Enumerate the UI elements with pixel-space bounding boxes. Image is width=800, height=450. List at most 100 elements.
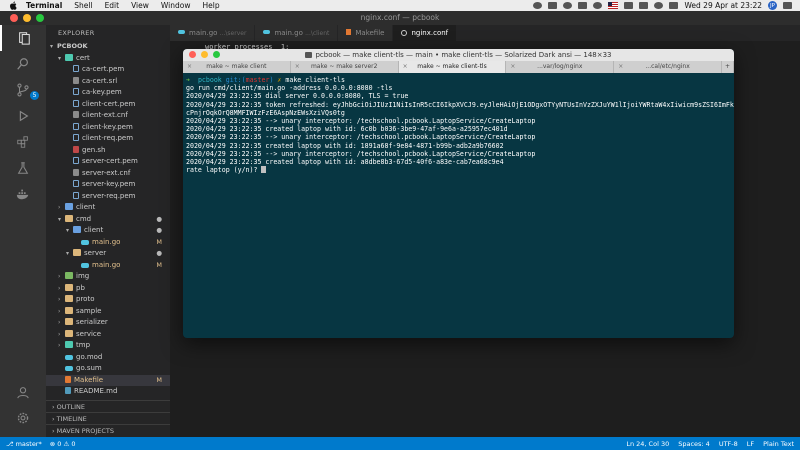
tree-file[interactable]: client-key.pem — [46, 122, 170, 134]
tab-nginx-conf[interactable]: nginx.conf — [393, 25, 458, 41]
tab-label: nginx.conf — [411, 29, 449, 37]
tree-folder[interactable]: › img — [46, 271, 170, 283]
bluetooth-icon[interactable] — [578, 2, 588, 9]
explorer-icon[interactable] — [0, 25, 46, 51]
terminal-output[interactable]: ➜ pcbook git:(master) ✗ make client-tls … — [183, 73, 734, 177]
tree-file[interactable]: client-ext.cnf — [46, 110, 170, 122]
tree-folder[interactable]: ▾ server ● — [46, 248, 170, 260]
terminal-tab-make-client[interactable]: × make ~ make client — [183, 61, 291, 73]
apple-icon[interactable] — [8, 1, 18, 11]
status-tray-icon[interactable] — [533, 2, 543, 9]
wifi-icon[interactable] — [593, 2, 603, 9]
search-icon[interactable] — [0, 51, 46, 77]
tab-label: main.go — [274, 29, 303, 37]
tree-file[interactable]: main.go M — [46, 260, 170, 272]
terminal-tab-make-server2[interactable]: × make ~ make server2 — [291, 61, 399, 73]
tree-file[interactable]: ca-cert.pem — [46, 64, 170, 76]
extensions-icon[interactable] — [0, 129, 46, 155]
tree-folder[interactable]: ▾ client ● — [46, 225, 170, 237]
tab-server-main-go[interactable]: main.go ...\server — [170, 25, 256, 41]
settings-gear-icon[interactable] — [0, 405, 46, 431]
control-center-icon[interactable] — [669, 2, 679, 9]
tab-client-main-go[interactable]: main.go ...\client — [255, 25, 339, 41]
display-icon[interactable] — [639, 2, 649, 9]
terminal-tab-make-client-tls[interactable]: × make ~ make client-tls — [398, 61, 507, 73]
close-tab-icon[interactable]: × — [510, 61, 515, 73]
tree-folder[interactable]: › service — [46, 329, 170, 341]
tree-folder[interactable]: › tmp — [46, 340, 170, 352]
menu-edit[interactable]: Edit — [105, 1, 120, 10]
notification-center-icon[interactable] — [783, 2, 792, 9]
menu-shell[interactable]: Shell — [74, 1, 92, 10]
menu-view[interactable]: View — [131, 1, 149, 10]
tree-file[interactable]: README.md — [46, 386, 170, 398]
tree-file[interactable]: client-cert.pem — [46, 99, 170, 111]
tree-file[interactable]: gen.sh — [46, 145, 170, 157]
folder-icon — [73, 249, 81, 256]
close-tab-icon[interactable]: × — [618, 61, 623, 73]
maven-projects-section[interactable]: › MAVEN PROJECTS — [46, 424, 170, 436]
project-root[interactable]: ▾ PCBOOK — [46, 41, 170, 53]
line-ending-status[interactable]: LF — [747, 440, 754, 448]
terminal-window[interactable]: pcbook — make client-tls — main • make c… — [183, 49, 734, 338]
accounts-icon[interactable] — [0, 379, 46, 405]
tab-makefile[interactable]: Makefile — [338, 25, 394, 41]
tree-file[interactable]: server-cert.pem — [46, 156, 170, 168]
problems-status[interactable]: ⊗ 0 ⚠ 0 — [50, 440, 76, 448]
menu-app-name[interactable]: Terminal — [26, 1, 62, 10]
tree-file[interactable]: server-req.pem — [46, 191, 170, 203]
testing-flask-icon[interactable] — [0, 155, 46, 181]
tree-folder[interactable]: ▾ cmd ● — [46, 214, 170, 226]
menu-help[interactable]: Help — [202, 1, 219, 10]
tree-folder[interactable]: › sample — [46, 306, 170, 318]
tree-folder[interactable]: › proto — [46, 294, 170, 306]
tab-label: main.go — [189, 29, 218, 37]
minimize-window-button[interactable] — [23, 14, 31, 22]
tree-folder[interactable]: › client — [46, 202, 170, 214]
encoding-status[interactable]: UTF-8 — [719, 440, 738, 448]
close-tab-icon[interactable]: × — [403, 61, 408, 73]
search-icon[interactable] — [654, 2, 664, 9]
tree-folder[interactable]: › pb — [46, 283, 170, 295]
us-flag-input-icon[interactable] — [608, 2, 619, 9]
tree-file[interactable]: go.sum — [46, 363, 170, 375]
terminal-zoom-button[interactable] — [213, 51, 220, 58]
terminal-title-bar: pcbook — make client-tls — main • make c… — [183, 49, 734, 61]
tree-file[interactable]: Makefile M — [46, 374, 170, 386]
language-mode-status[interactable]: Plain Text — [763, 440, 794, 448]
battery-icon[interactable] — [624, 2, 634, 9]
tree-file[interactable]: ca-cert.srl — [46, 76, 170, 88]
new-tab-button[interactable]: + — [722, 61, 734, 73]
close-tab-icon[interactable]: × — [187, 61, 192, 73]
tree-file[interactable]: client-req.pem — [46, 133, 170, 145]
outline-section[interactable]: › OUTLINE — [46, 400, 170, 412]
user-avatar[interactable]: JP — [768, 1, 777, 10]
tree-file[interactable]: server-ext.cnf — [46, 168, 170, 180]
zoom-window-button[interactable] — [36, 14, 44, 22]
status-tray-icon-2[interactable] — [563, 2, 573, 9]
close-tab-icon[interactable]: × — [295, 61, 300, 73]
indentation-status[interactable]: Spaces: 4 — [678, 440, 710, 448]
timeline-section[interactable]: › TIMELINE — [46, 412, 170, 424]
terminal-close-button[interactable] — [189, 51, 196, 58]
vscode-title-bar: nginx.conf — pcbook — [0, 11, 800, 25]
menubar-clock[interactable]: Wed 29 Apr at 23:22 — [684, 1, 762, 10]
docker-icon[interactable] — [0, 181, 46, 207]
tree-file[interactable]: ca-key.pem — [46, 87, 170, 99]
terminal-tab-etc-nginx[interactable]: × ...cal/etc/nginx — [614, 61, 722, 73]
source-control-icon[interactable] — [0, 77, 46, 103]
terminal-tab-var-log-nginx[interactable]: × ...var/log/nginx — [506, 61, 615, 73]
terminal-minimize-button[interactable] — [201, 51, 208, 58]
camera-icon[interactable] — [548, 2, 558, 9]
menu-window[interactable]: Window — [161, 1, 191, 10]
tree-folder[interactable]: ▾ cert — [46, 53, 170, 65]
tree-file[interactable]: go.mod — [46, 352, 170, 364]
tree-file[interactable]: server-key.pem — [46, 179, 170, 191]
close-window-button[interactable] — [10, 14, 18, 22]
run-debug-icon[interactable] — [0, 103, 46, 129]
git-branch-status[interactable]: ⎇ master* — [6, 440, 42, 448]
tree-item-label: sample — [76, 306, 102, 315]
cursor-position[interactable]: Ln 24, Col 30 — [626, 440, 669, 448]
tree-file[interactable]: main.go M — [46, 237, 170, 249]
tree-folder[interactable]: › serializer — [46, 317, 170, 329]
